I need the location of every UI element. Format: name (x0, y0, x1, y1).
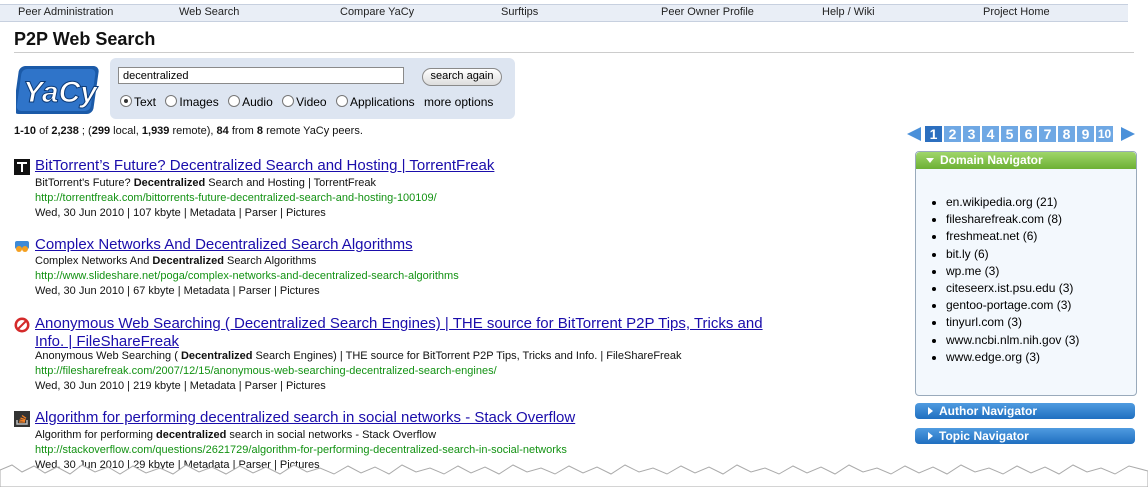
result-stats: 1-10 of 2,238 ; (299 local, 1,939 remote… (14, 125, 363, 137)
domain-item[interactable]: freshmeat.net (6) (946, 228, 1079, 245)
domain-item[interactable]: filesharefreak.com (8) (946, 211, 1079, 228)
radio-icon (335, 95, 348, 107)
radio-selected-icon (120, 95, 132, 107)
page-5[interactable]: 5 (1001, 126, 1018, 142)
stackoverflow-favicon-icon (14, 411, 30, 427)
nav-peer-owner-profile[interactable]: Peer Owner Profile (661, 6, 754, 18)
domain-item[interactable]: gentoo-portage.com (3) (946, 297, 1079, 314)
nav-compare-yacy[interactable]: Compare YaCy (340, 6, 414, 18)
domain-item[interactable]: en.wikipedia.org (21) (946, 194, 1079, 211)
metadata-link[interactable]: Metadata (184, 285, 230, 297)
expand-triangle-icon (928, 407, 933, 415)
filesharefreak-favicon-icon (14, 317, 30, 333)
collapse-triangle-icon (926, 158, 934, 163)
domain-item[interactable]: www.edge.org (3) (946, 349, 1079, 366)
expand-triangle-icon (928, 432, 933, 440)
result-url[interactable]: http://stackoverflow.com/questions/26217… (35, 444, 567, 456)
more-options-link[interactable]: more options (424, 95, 493, 109)
search-input[interactable] (118, 67, 404, 84)
page-8[interactable]: 8 (1058, 126, 1075, 142)
metadata-link[interactable]: Metadata (190, 207, 236, 219)
result-title-link[interactable]: BitTorrent’s Future? Decentralized Searc… (35, 157, 795, 175)
logo-text: YaCy (23, 76, 98, 109)
pictures-link[interactable]: Pictures (280, 285, 320, 297)
nav-surftips[interactable]: Surftips (501, 6, 538, 18)
torn-edge-decoration (0, 464, 1148, 487)
parser-link[interactable]: Parser (245, 207, 277, 219)
result-url[interactable]: http://torrentfreak.com/bittorrents-futu… (35, 192, 437, 204)
domain-item[interactable]: tinyurl.com (3) (946, 314, 1079, 331)
author-navigator-header[interactable]: Author Navigator (915, 403, 1135, 419)
nav-web-search[interactable]: Web Search (179, 6, 239, 18)
nav-project-home[interactable]: Project Home (983, 6, 1050, 18)
radio-video[interactable]: Video (282, 95, 327, 109)
radio-text[interactable]: Text (120, 95, 156, 109)
page-title: P2P Web Search (14, 29, 156, 49)
parser-link[interactable]: Parser (239, 285, 271, 297)
radio-applications[interactable]: Applications (335, 95, 415, 109)
result-title-link[interactable]: Anonymous Web Searching ( Decentralized … (35, 315, 795, 351)
result-url[interactable]: http://www.slideshare.net/poga/complex-n… (35, 270, 459, 282)
page-2[interactable]: 2 (944, 126, 961, 142)
page-10[interactable]: 10 (1096, 126, 1113, 142)
nav-help-wiki[interactable]: Help / Wiki (822, 6, 875, 18)
search-again-button[interactable]: search again (422, 68, 502, 86)
page-4[interactable]: 4 (982, 126, 999, 142)
page-3[interactable]: 3 (963, 126, 980, 142)
radio-icon (165, 95, 178, 107)
content-type-selector: Text Images Audio Video Applications mor… (120, 95, 493, 109)
search-result: Complex Networks And Decentralized Searc… (14, 236, 804, 302)
pictures-link[interactable]: Pictures (286, 207, 326, 219)
result-snippet: Anonymous Web Searching ( Decentralized … (35, 350, 682, 362)
result-meta: Wed, 30 Jun 2010 | 67 kbyte | Metadata |… (35, 285, 320, 297)
yacy-logo[interactable]: YaCy (16, 62, 104, 118)
domain-item[interactable]: citeseerx.ist.psu.edu (3) (946, 280, 1079, 297)
radio-audio[interactable]: Audio (228, 95, 273, 109)
title-divider (14, 52, 1134, 53)
page-7[interactable]: 7 (1039, 126, 1056, 142)
previous-page-arrow-icon[interactable] (907, 127, 921, 141)
result-title-link[interactable]: Complex Networks And Decentralized Searc… (35, 236, 795, 254)
pictures-link[interactable]: Pictures (286, 380, 326, 392)
topic-navigator-header[interactable]: Topic Navigator (915, 428, 1135, 444)
top-navigation: Peer Administration Web Search Compare Y… (0, 4, 1128, 22)
domain-item[interactable]: www.ncbi.nlm.nih.gov (3) (946, 332, 1079, 349)
radio-icon (228, 95, 241, 107)
result-meta: Wed, 30 Jun 2010 | 107 kbyte | Metadata … (35, 207, 326, 219)
slideshare-favicon-icon (15, 241, 29, 252)
page-1[interactable]: 1 (925, 126, 942, 142)
search-result: Algorithm for performing decentralized s… (14, 409, 804, 471)
result-meta: Wed, 30 Jun 2010 | 219 kbyte | Metadata … (35, 380, 326, 392)
domain-list: en.wikipedia.org (21) filesharefreak.com… (930, 194, 1079, 366)
search-result: BitTorrent’s Future? Decentralized Searc… (14, 157, 804, 223)
page-9[interactable]: 9 (1077, 126, 1094, 142)
nav-peer-administration[interactable]: Peer Administration (18, 6, 113, 18)
domain-item[interactable]: wp.me (3) (946, 263, 1079, 280)
result-url[interactable]: http://filesharefreak.com/2007/12/15/ano… (35, 365, 497, 377)
radio-images[interactable]: Images (165, 95, 219, 109)
result-snippet: Algorithm for performing decentralized s… (35, 429, 437, 441)
radio-icon (282, 95, 295, 107)
search-panel: search again Text Images Audio Video App… (110, 58, 515, 119)
result-title-link[interactable]: Algorithm for performing decentralized s… (35, 409, 795, 427)
search-result: Anonymous Web Searching ( Decentralized … (14, 315, 804, 395)
result-snippet: BitTorrent's Future? Decentralized Searc… (35, 177, 377, 189)
page-6[interactable]: 6 (1020, 126, 1037, 142)
domain-navigator-header[interactable]: Domain Navigator (916, 152, 1136, 169)
domain-item[interactable]: bit.ly (6) (946, 246, 1079, 263)
metadata-link[interactable]: Metadata (190, 380, 236, 392)
next-page-arrow-icon[interactable] (1121, 127, 1135, 141)
parser-link[interactable]: Parser (245, 380, 277, 392)
result-snippet: Complex Networks And Decentralized Searc… (35, 255, 317, 267)
domain-navigator-panel: Domain Navigator en.wikipedia.org (21) f… (915, 151, 1137, 396)
torrentfreak-favicon-icon (14, 159, 30, 175)
